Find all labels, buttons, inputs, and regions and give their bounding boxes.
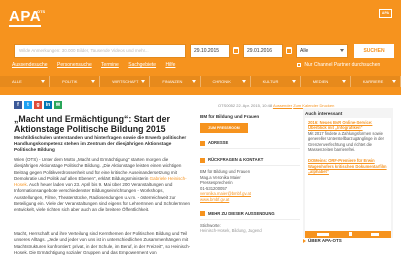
- corner-apa-logo[interactable]: APA: [379, 9, 392, 18]
- article-paragraph-2: Macht, Herrschaft und ihre Verteilung si…: [14, 231, 191, 255]
- address-label: ADRESSE: [208, 140, 229, 145]
- subbar-link-termine[interactable]: Termine: [101, 62, 119, 68]
- arrow-right-icon: [303, 238, 306, 243]
- article-title: „Macht und Ermächtigung“: Start der Akti…: [14, 114, 170, 134]
- facebook-icon[interactable]: f: [14, 101, 22, 109]
- logo-text: APA: [9, 8, 42, 25]
- apa-ots-logo[interactable]: APA OTS: [9, 9, 53, 31]
- contact-block: BM für Bildung und Frauen Mag.a Veronika…: [200, 169, 300, 203]
- scope-select-value: Alle: [300, 48, 309, 54]
- pressroom-button[interactable]: ZUM PRESSROOM: [200, 123, 248, 133]
- scope-select[interactable]: Alle: [296, 44, 348, 58]
- date-from-field[interactable]: 29.10.2015: [190, 44, 230, 58]
- calendar-icon[interactable]: [286, 47, 292, 54]
- article-meta-text: OTS0052 22. Apr. 2015, 10:48: [218, 103, 273, 108]
- nav-item-medien[interactable]: MEDIEN: [300, 76, 351, 87]
- contact-web-link[interactable]: www.bmbf.gv.at: [200, 197, 300, 203]
- pager-prev[interactable]: [317, 233, 329, 236]
- subbar-link-sachgebiete[interactable]: Sachgebiete: [128, 62, 156, 68]
- contact-label: RÜCKFRAGEN & KONTAKT: [208, 157, 264, 162]
- search-subbar: Aussendesuche Personensuche Termine Sach…: [12, 61, 183, 69]
- chevron-down-icon: [340, 49, 344, 52]
- article-paragraph-1: Wien (OTS) - Unter dem Motto „Macht und …: [14, 157, 192, 214]
- minus-icon: [200, 157, 205, 163]
- related-item-text: Mit 2017 findete a Zahlungsformen sowie …: [308, 130, 385, 153]
- sender-name: BM für Bildung und Frauen: [200, 114, 260, 119]
- nav-item-karriere[interactable]: KARRIERE: [350, 76, 401, 87]
- share-icon[interactable]: ✉: [54, 101, 62, 109]
- channel-partner-checkbox[interactable]: [297, 62, 301, 67]
- subbar-link-hilfe[interactable]: Hilfe: [165, 62, 175, 68]
- search-input[interactable]: Wilde Anmerkungen: 30.000 Bilder, Tausen…: [14, 44, 186, 58]
- pager-next[interactable]: [371, 233, 379, 236]
- google-plus-icon[interactable]: g: [34, 101, 42, 109]
- nav-item-wirtschaft[interactable]: WIRTSCHAFT: [100, 76, 151, 87]
- nav-item-kultur[interactable]: KULTUR: [250, 76, 301, 87]
- sender-sidebar: BM für Bildung und Frauen ZUM PRESSROOM …: [200, 114, 300, 234]
- more-label: MEHR ZU DIESER AUSSENDUNG: [208, 210, 275, 216]
- related-list: 2016: Neues BvR Online-Service: Überblic…: [305, 118, 391, 231]
- channel-partner-label: Nur Channel Partner durchsuchen: [304, 62, 381, 68]
- address-heading[interactable]: ADRESSE: [200, 140, 300, 149]
- related-pager[interactable]: [305, 231, 391, 238]
- related-title: Auch interessant: [305, 111, 343, 116]
- category-nav: ALLE POLITIK WIRTSCHAFT FINANZEN CHRONIK…: [0, 76, 401, 87]
- search-button[interactable]: SUCHEN: [354, 44, 394, 58]
- contact-heading[interactable]: RÜCKFRAGEN & KONTAKT: [200, 157, 300, 166]
- channel-partner-filter[interactable]: Nur Channel Partner durchsuchen: [297, 61, 380, 69]
- nav-item-finanzen[interactable]: FINANZEN: [150, 76, 201, 87]
- ueber-apa-ots-link[interactable]: ÜBER APA-OTS: [303, 238, 342, 243]
- related-panel: Auch interessant 2016: Neues BvR Online-…: [303, 108, 393, 238]
- meta-link-aussender[interactable]: Aussender: [273, 103, 292, 108]
- subbar-link-personensuche[interactable]: Personensuche: [57, 62, 92, 68]
- pager-divider: [349, 232, 352, 236]
- minus-icon: [200, 211, 205, 217]
- logo-underline: [9, 25, 41, 27]
- paragraph-text: . Auch heuer laden von 23. April bis 9. …: [14, 182, 191, 213]
- nav-item-chronik[interactable]: CHRONIK: [200, 76, 251, 87]
- plus-icon: [200, 140, 205, 146]
- linkedin-icon[interactable]: in: [44, 101, 52, 109]
- top-header: APA OTS APA Wilde Anmerkungen: 30.000 Bi…: [0, 0, 401, 95]
- related-item-link[interactable]: DOMeins: ORF-Premiere für Erwin Wagenhof…: [308, 158, 388, 174]
- article-lead: Mechtildischulen unterstanden und hinter…: [14, 135, 187, 153]
- social-share-bar: f t g in ✉: [14, 101, 62, 109]
- nav-item-alle[interactable]: ALLE: [0, 76, 51, 87]
- calendar-icon[interactable]: [233, 47, 239, 54]
- date-to-field[interactable]: 29.01.2016: [243, 44, 283, 58]
- subbar-link-aussendesuche[interactable]: Aussendesuche: [12, 62, 48, 68]
- related-item-link[interactable]: 2016: Neues BvR Online-Service: Überblic…: [308, 120, 388, 131]
- nav-item-politik[interactable]: POLITIK: [50, 76, 101, 87]
- keywords-value: Heinisch-Hosek, Bildung, Jugend: [200, 228, 262, 234]
- ueber-label: ÜBER APA-OTS: [308, 238, 342, 243]
- logo-suffix: OTS: [37, 9, 46, 14]
- more-heading[interactable]: MEHR ZU DIESER AUSSENDUNG: [200, 211, 300, 220]
- twitter-icon[interactable]: t: [24, 101, 32, 109]
